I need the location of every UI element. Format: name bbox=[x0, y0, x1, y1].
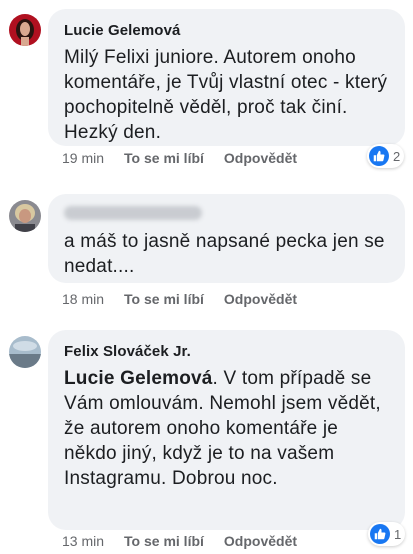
comment-text: Milý Felixi juniore. Autorem onoho komen… bbox=[64, 47, 388, 143]
reply-button[interactable]: Odpovědět bbox=[224, 150, 297, 166]
comment-bubble: Felix Slováček Jr. Lucie Gelemová. V tom… bbox=[48, 330, 405, 530]
like-thumb-icon bbox=[370, 524, 390, 544]
comment-2: a máš to jasně napsané pecka jen se neda… bbox=[0, 185, 413, 315]
comment-author[interactable]: Lucie Gelemová bbox=[64, 21, 389, 41]
comment-time[interactable]: 19 min bbox=[62, 150, 104, 166]
reply-button[interactable]: Odpovědět bbox=[224, 533, 297, 549]
reaction-count: 1 bbox=[394, 526, 402, 542]
avatar-blurred[interactable] bbox=[9, 200, 41, 232]
reaction-badge[interactable]: 2 bbox=[367, 144, 405, 168]
mention-link[interactable]: Lucie Gelemová bbox=[64, 368, 213, 389]
comment-bubble: Lucie Gelemová Milý Felixi juniore. Auto… bbox=[48, 9, 405, 146]
comment-1: Lucie Gelemová Milý Felixi juniore. Auto… bbox=[0, 0, 413, 175]
like-button[interactable]: To se mi líbí bbox=[124, 533, 204, 549]
blurred-name bbox=[64, 206, 202, 220]
comment-time[interactable]: 18 min bbox=[62, 291, 104, 307]
like-thumb-icon bbox=[369, 146, 389, 166]
comment-meta: 13 min To se mi líbí Odpovědět bbox=[62, 532, 317, 550]
reaction-badge[interactable]: 1 bbox=[368, 522, 406, 546]
comment-3: Felix Slováček Jr. Lucie Gelemová. V tom… bbox=[0, 320, 413, 554]
like-button[interactable]: To se mi líbí bbox=[124, 291, 204, 307]
reply-button[interactable]: Odpovědět bbox=[224, 291, 297, 307]
comment-text: Lucie Gelemová. V tom případě se Vám oml… bbox=[64, 366, 389, 491]
comment-author-blurred[interactable] bbox=[64, 206, 389, 226]
like-button[interactable]: To se mi líbí bbox=[124, 150, 204, 166]
avatar-felix[interactable] bbox=[9, 336, 41, 368]
comment-text: a máš to jasně napsané pecka jen se neda… bbox=[64, 231, 385, 277]
reaction-count: 2 bbox=[393, 148, 401, 164]
comment-author[interactable]: Felix Slováček Jr. bbox=[64, 342, 389, 362]
avatar-lucie[interactable] bbox=[9, 14, 41, 46]
comment-meta: 19 min To se mi líbí Odpovědět bbox=[62, 149, 317, 167]
comment-time[interactable]: 13 min bbox=[62, 533, 104, 549]
comment-bubble: a máš to jasně napsané pecka jen se neda… bbox=[48, 194, 405, 283]
comment-meta: 18 min To se mi líbí Odpovědět bbox=[62, 290, 317, 308]
